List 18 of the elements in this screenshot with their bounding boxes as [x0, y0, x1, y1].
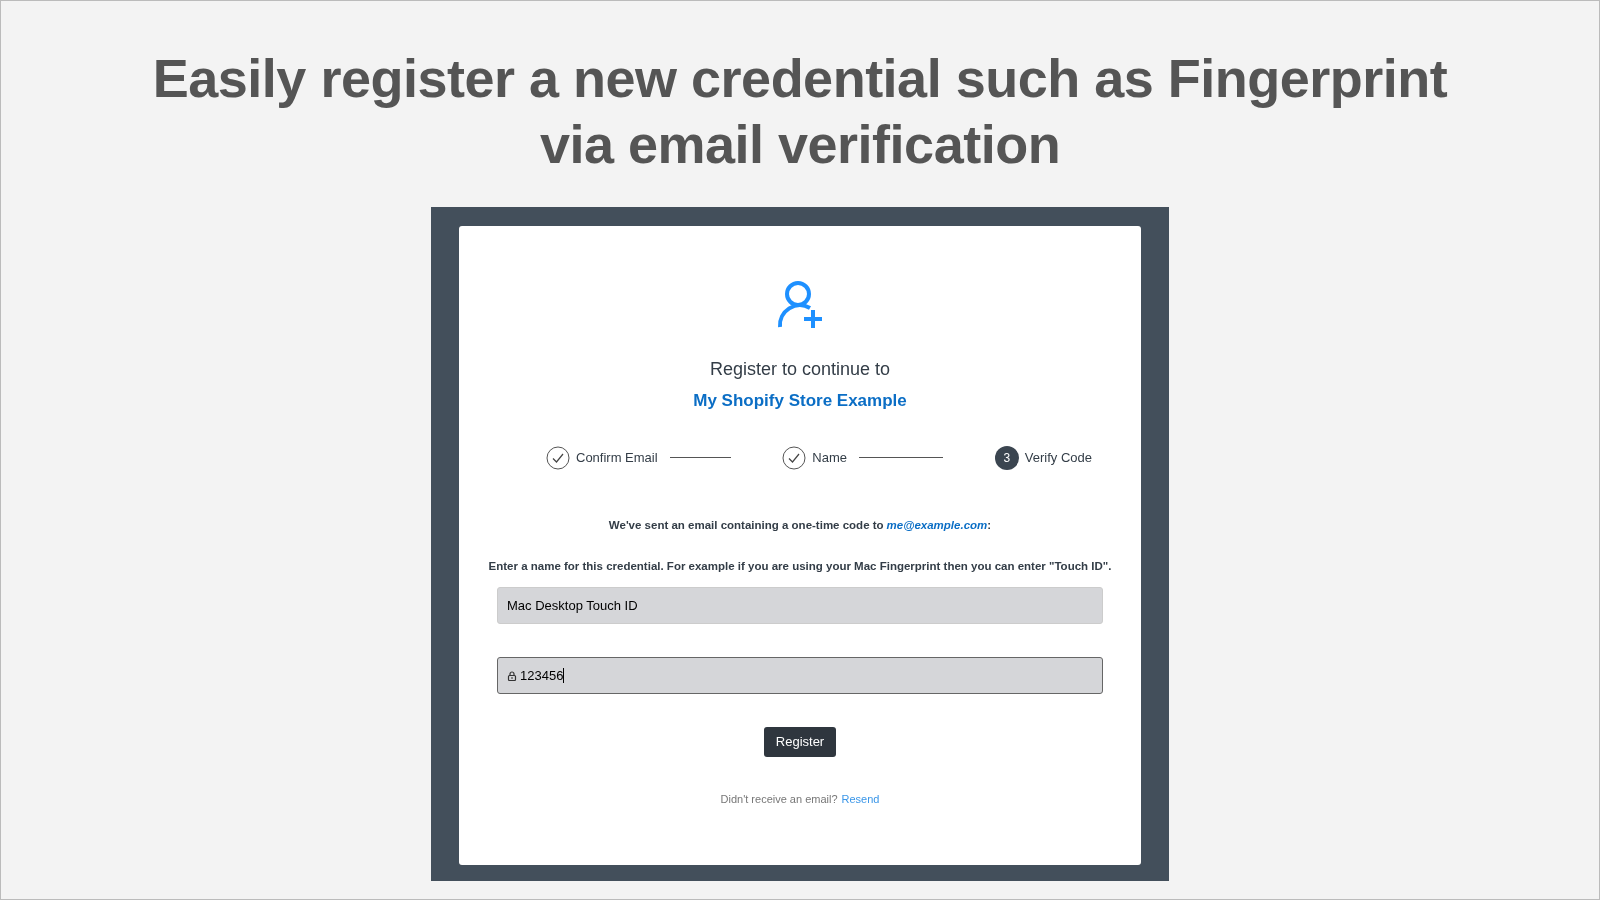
step-number: 3 — [994, 445, 1019, 470]
resend-prompt: Didn't receive an email? — [720, 792, 838, 807]
lock-icon — [507, 670, 517, 681]
name-field[interactable]: Mac Desktop Touch ID — [497, 587, 1103, 624]
step-label: Confirm Email — [576, 448, 658, 467]
headline: Easily register a new credential such as Fingerprint via email verification — [151, 47, 1449, 176]
user-add-icon — [776, 280, 824, 330]
register-title: Register to continue to — [709, 358, 891, 381]
text-cursor — [563, 668, 565, 683]
step-label: Verify Code — [1024, 448, 1092, 467]
sent-message: We've sent an email containing a one-time code to — [608, 517, 884, 533]
code-value: 123456 — [520, 666, 564, 685]
store-name: My Shopify Store Example — [693, 390, 907, 412]
hint-text: Enter a name for this credential. For example if you are using your Mac Fingerprint then you can enter "Touch ID". — [488, 558, 1112, 574]
code-field[interactable]: 123456 — [497, 657, 1103, 694]
register-button[interactable]: Register — [763, 727, 837, 757]
step-label: Name — [812, 448, 848, 467]
colon: : — [987, 517, 992, 533]
